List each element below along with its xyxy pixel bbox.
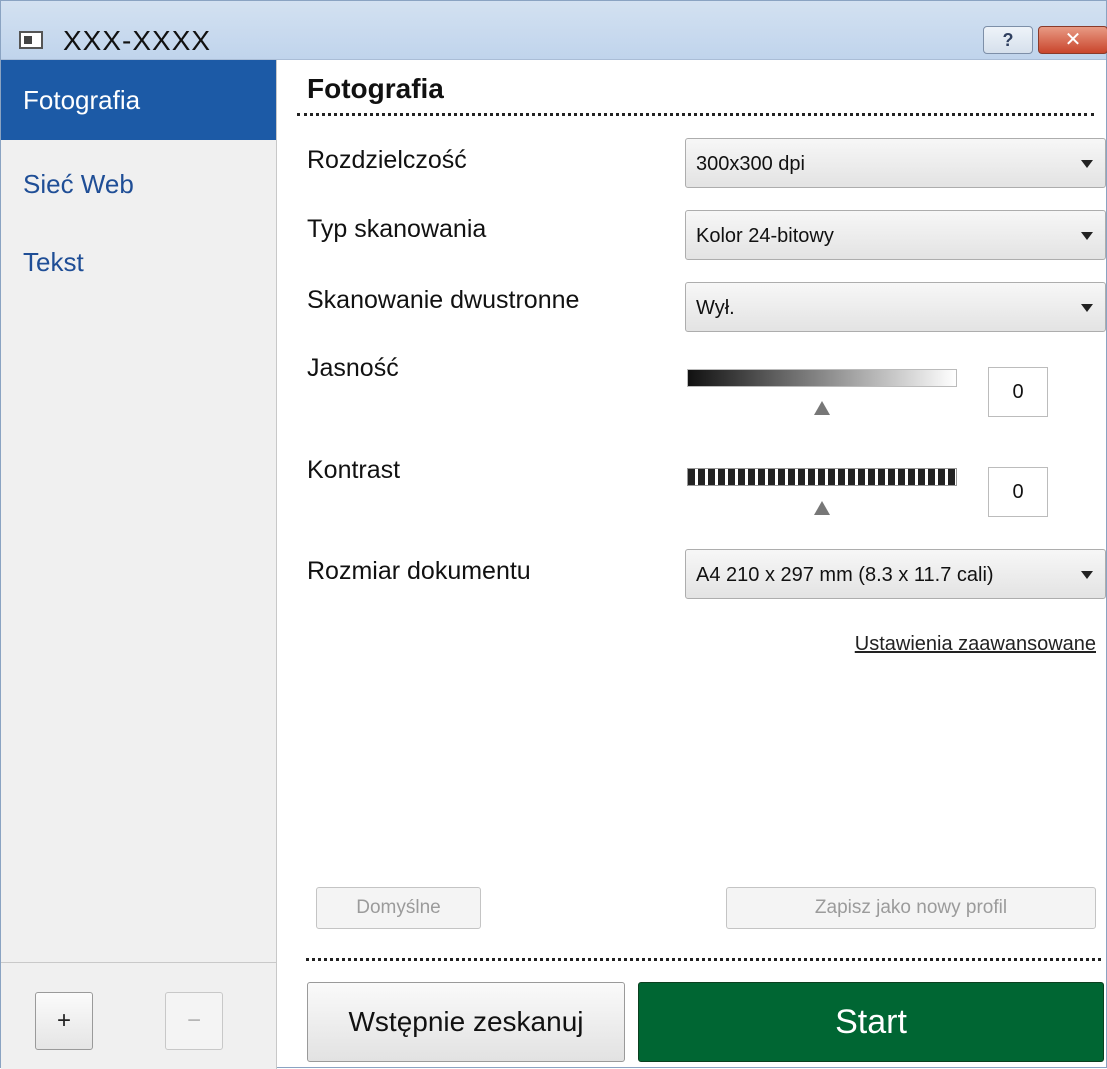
chevron-down-icon (1081, 160, 1093, 168)
resolution-label: Rozdzielczość (307, 146, 467, 174)
duplex-select[interactable]: Wył. (685, 282, 1106, 332)
sidebar-item-tekst[interactable]: Tekst (1, 222, 276, 302)
document-size-label: Rozmiar dokumentu (307, 557, 531, 585)
default-button[interactable]: Domyślne (316, 887, 481, 929)
title-divider (297, 113, 1094, 116)
close-button[interactable]: ✕ (1038, 26, 1107, 54)
document-size-value: A4 210 x 297 mm (8.3 x 11.7 cali) (696, 564, 994, 586)
brightness-slider-thumb[interactable] (814, 401, 830, 415)
scan-type-value: Kolor 24-bitowy (696, 225, 834, 247)
chevron-down-icon (1081, 232, 1093, 240)
title-bar: XXX-XXXX ? ✕ (1, 1, 1107, 60)
advanced-settings-link[interactable]: Ustawienia zaawansowane (855, 633, 1096, 656)
scan-type-select[interactable]: Kolor 24-bitowy (685, 210, 1106, 260)
sidebar-divider (1, 962, 276, 963)
page-title: Fotografia (307, 73, 444, 104)
sidebar-item-siec-web[interactable]: Sieć Web (1, 144, 276, 224)
chevron-down-icon (1081, 304, 1093, 312)
brightness-slider[interactable] (687, 369, 957, 387)
help-button[interactable]: ? (983, 26, 1033, 54)
contrast-slider-thumb[interactable] (814, 501, 830, 515)
duplex-value: Wył. (696, 297, 735, 319)
contrast-label: Kontrast (307, 456, 401, 484)
chevron-down-icon (1081, 571, 1093, 579)
scanner-window: XXX-XXXX ? ✕ Fotografia Sieć Web Tekst +… (0, 0, 1107, 1069)
contrast-value-field[interactable]: 0 (988, 467, 1048, 517)
save-profile-button[interactable]: Zapisz jako nowy profil (726, 887, 1096, 929)
resolution-value: 300x300 dpi (696, 153, 805, 175)
prescan-button[interactable]: Wstępnie zeskanuj (307, 982, 625, 1062)
sidebar-item-fotografia[interactable]: Fotografia (1, 60, 276, 140)
duplex-label: Skanowanie dwustronne (307, 286, 580, 314)
window-title: XXX-XXXX (63, 25, 212, 56)
add-profile-button[interactable]: + (35, 992, 93, 1050)
profile-sidebar: Fotografia Sieć Web Tekst + − (1, 60, 277, 1069)
actions-divider (306, 958, 1101, 961)
app-icon (19, 31, 43, 49)
document-size-select[interactable]: A4 210 x 297 mm (8.3 x 11.7 cali) (685, 549, 1106, 599)
remove-profile-button[interactable]: − (165, 992, 223, 1050)
contrast-slider[interactable] (687, 468, 957, 486)
start-button[interactable]: Start (638, 982, 1104, 1062)
brightness-value-field[interactable]: 0 (988, 367, 1048, 417)
scan-type-label: Typ skanowania (307, 215, 487, 243)
brightness-label: Jasność (307, 354, 399, 382)
resolution-select[interactable]: 300x300 dpi (685, 138, 1106, 188)
